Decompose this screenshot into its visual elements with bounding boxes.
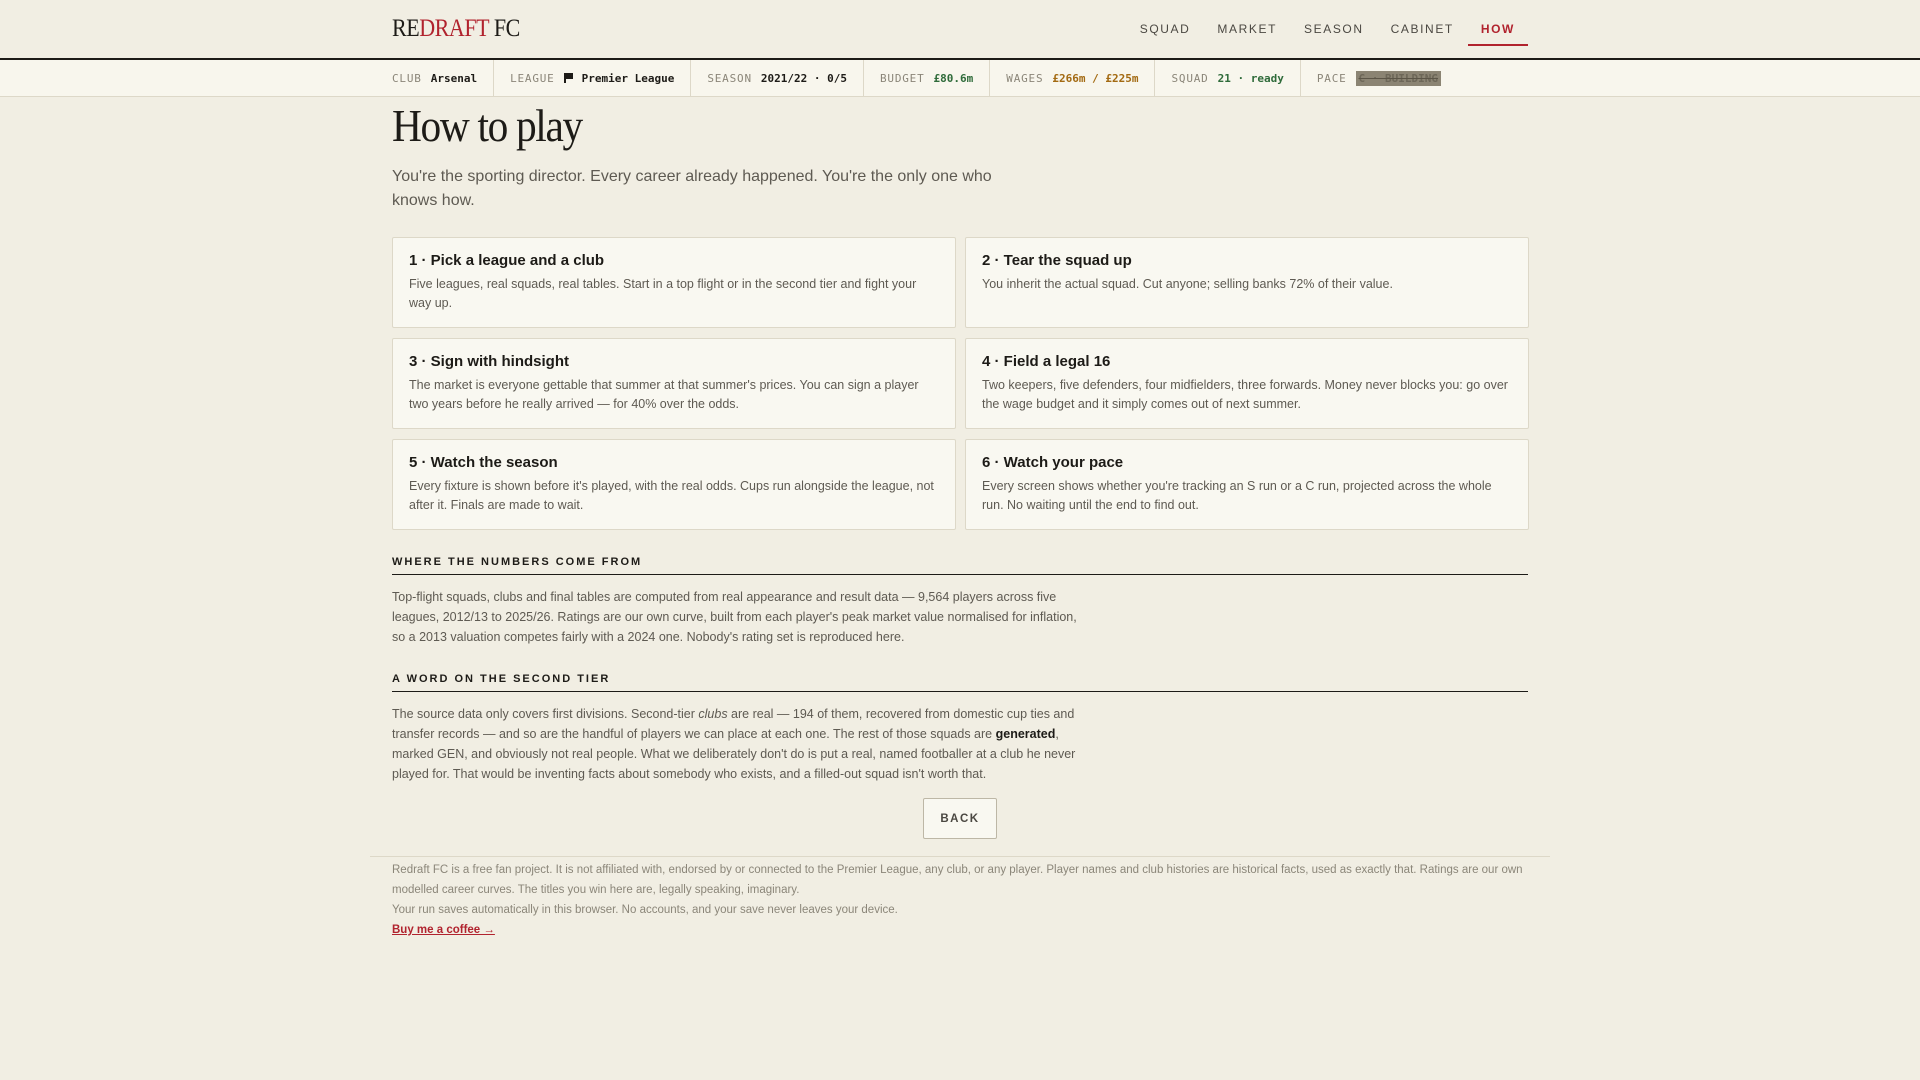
step-title: 2 · Tear the squad up	[982, 252, 1132, 269]
numbers-heading: WHERE THE NUMBERS COME FROM	[392, 556, 1528, 575]
status-league-value: Premier League	[581, 71, 675, 85]
step-title: 5 · Watch the season	[409, 454, 558, 471]
step-body: Every fixture is shown before it's playe…	[409, 479, 934, 512]
second-tier-bold: generated	[995, 727, 1056, 741]
nav-season[interactable]: SEASON	[1291, 0, 1377, 58]
status-bar: CLUB Arsenal LEAGUE Premier League SEASO…	[0, 60, 1920, 97]
step-body: You inherit the actual squad. Cut anyone…	[982, 277, 1393, 291]
footer-disclaimer: Redraft FC is a free fan project. It is …	[392, 864, 1523, 896]
status-club: CLUB Arsenal	[392, 60, 495, 96]
buy-coffee-link[interactable]: Buy me a coffee →	[392, 924, 495, 936]
status-budget: BUDGET £80.6m	[864, 60, 991, 96]
step-card: 4 · Field a legal 16 Two keepers, five d…	[965, 338, 1529, 429]
footer: Redraft FC is a free fan project. It is …	[370, 856, 1550, 940]
step-title: 4 · Field a legal 16	[982, 353, 1111, 370]
step-body: Two keepers, five defenders, four midfie…	[982, 378, 1508, 411]
second-tier-emphasis: clubs	[698, 707, 728, 721]
status-budget-key: BUDGET	[879, 71, 925, 85]
status-club-key: CLUB	[392, 71, 422, 85]
step-card: 2 · Tear the squad up You inherit the ac…	[965, 237, 1529, 328]
back-wrap: BACK	[392, 798, 1528, 839]
footer-save-note: Your run saves automatically in this bro…	[392, 904, 898, 916]
status-wages-value: £266m / £225m	[1052, 71, 1139, 85]
back-button[interactable]: BACK	[923, 798, 997, 839]
nav-cabinet[interactable]: CABINET	[1378, 0, 1467, 58]
status-league: LEAGUE Premier League	[494, 60, 692, 96]
status-club-value: Arsenal	[430, 71, 478, 85]
step-title: 1 · Pick a league and a club	[409, 252, 605, 269]
status-wages: WAGES £266m / £225m	[990, 60, 1156, 96]
status-squad: SQUAD 21 · ready	[1155, 60, 1301, 96]
step-card: 6 · Watch your pace Every screen shows w…	[965, 439, 1529, 530]
brand-logo[interactable]: REDRAFT FC	[392, 15, 520, 43]
page-title: How to play	[392, 100, 583, 151]
step-card: 5 · Watch the season Every fixture is sh…	[392, 439, 956, 530]
status-squad-value: 21 · ready	[1217, 71, 1284, 85]
brand-part-draft: DRAFT	[419, 15, 489, 42]
step-body: Every screen shows whether you're tracki…	[982, 479, 1492, 512]
status-pace: PACE C · BUILDING	[1301, 60, 1457, 96]
top-nav: REDRAFT FC SQUAD MARKET SEASON CABINET H…	[0, 0, 1920, 60]
steps-grid: 1 · Pick a league and a club Five league…	[392, 237, 1529, 530]
brand-part-fc: FC	[488, 15, 520, 42]
status-season-value: 2021/22 · 0/5	[760, 71, 847, 85]
status-wages-key: WAGES	[1006, 71, 1044, 85]
status-season-key: SEASON	[707, 71, 752, 85]
status-budget-value: £80.6m	[933, 71, 974, 85]
step-title: 3 · Sign with hindsight	[409, 353, 569, 370]
status-pace-key: PACE	[1316, 71, 1347, 85]
status-league-key: LEAGUE	[510, 71, 555, 85]
numbers-body: Top-flight squads, clubs and final table…	[392, 590, 1077, 644]
second-tier-text-1: The source data only covers first divisi…	[392, 707, 699, 721]
step-card: 1 · Pick a league and a club Five league…	[392, 237, 956, 328]
step-title: 6 · Watch your pace	[982, 454, 1124, 471]
main-content: How to play You're the sporting director…	[392, 97, 1529, 839]
status-season: SEASON 2021/22 · 0/5	[691, 60, 864, 96]
status-squad-key: SQUAD	[1171, 71, 1209, 85]
nav-how[interactable]: HOW	[1467, 0, 1529, 58]
main-nav: SQUAD MARKET SEASON CABINET HOW	[1126, 0, 1529, 58]
step-body: Five leagues, real squads, real tables. …	[409, 277, 917, 310]
page-lead: You're the sporting director. Every care…	[392, 168, 992, 209]
nav-squad[interactable]: SQUAD	[1127, 0, 1204, 58]
flag-icon	[563, 73, 574, 83]
status-pace-value: C · BUILDING	[1355, 70, 1442, 86]
brand-part-re: RE	[392, 15, 420, 42]
nav-market[interactable]: MARKET	[1204, 0, 1290, 58]
step-card: 3 · Sign with hindsight The market is ev…	[392, 338, 956, 429]
step-body: The market is everyone gettable that sum…	[409, 378, 919, 411]
second-tier-heading: A WORD ON THE SECOND TIER	[392, 673, 1528, 692]
second-tier-body: The source data only covers first divisi…	[392, 704, 1082, 784]
